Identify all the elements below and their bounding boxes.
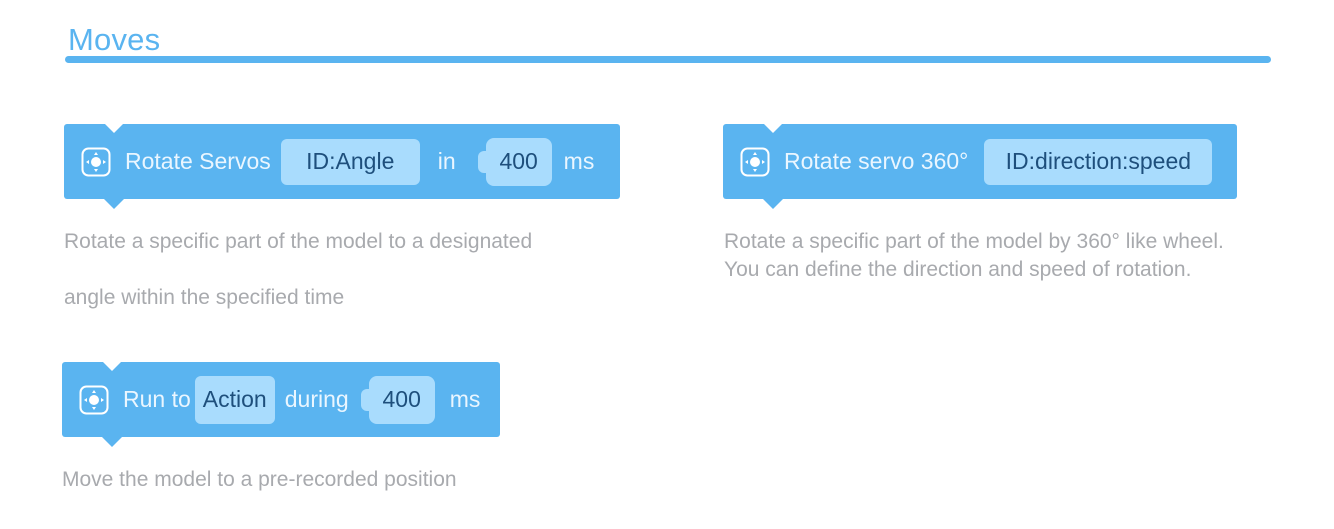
time-input[interactable]: 400 <box>485 137 552 186</box>
section-title-underline <box>65 56 1271 63</box>
servo-icon <box>740 147 770 176</box>
run-to-action-block[interactable]: Run to Action during 400 ms <box>62 361 500 447</box>
servo-direction-speed-param-field[interactable]: ID:direction:speed <box>984 138 1213 185</box>
action-select[interactable]: Action <box>194 375 275 424</box>
during-label: during <box>284 386 349 412</box>
rotate-servo-360-block[interactable]: Rotate servo 360° ID:direction:speed <box>723 123 1237 209</box>
block-description: Rotate a specific part of the model to a… <box>64 230 533 253</box>
unit-label: ms <box>449 386 481 412</box>
section-title: Moves <box>68 22 161 57</box>
block-label: Run to <box>123 386 191 412</box>
servo-icon <box>79 385 109 414</box>
servo-icon <box>81 147 111 176</box>
block-label: Rotate Servos <box>125 148 271 174</box>
block-description: angle within the specified time <box>64 286 345 309</box>
servo-angle-param-field[interactable]: ID:Angle <box>280 138 420 185</box>
block-description: You can define the direction and speed o… <box>724 258 1192 281</box>
unit-label: ms <box>563 148 595 174</box>
time-input[interactable]: 400 <box>368 375 435 424</box>
in-label: in <box>437 148 456 174</box>
block-label: Rotate servo 360° <box>784 148 969 174</box>
block-description: Rotate a specific part of the model by 3… <box>724 230 1224 253</box>
rotate-servos-block[interactable]: Rotate Servos ID:Angle in 400 ms <box>64 123 620 209</box>
block-description: Move the model to a pre-recorded positio… <box>62 468 457 491</box>
